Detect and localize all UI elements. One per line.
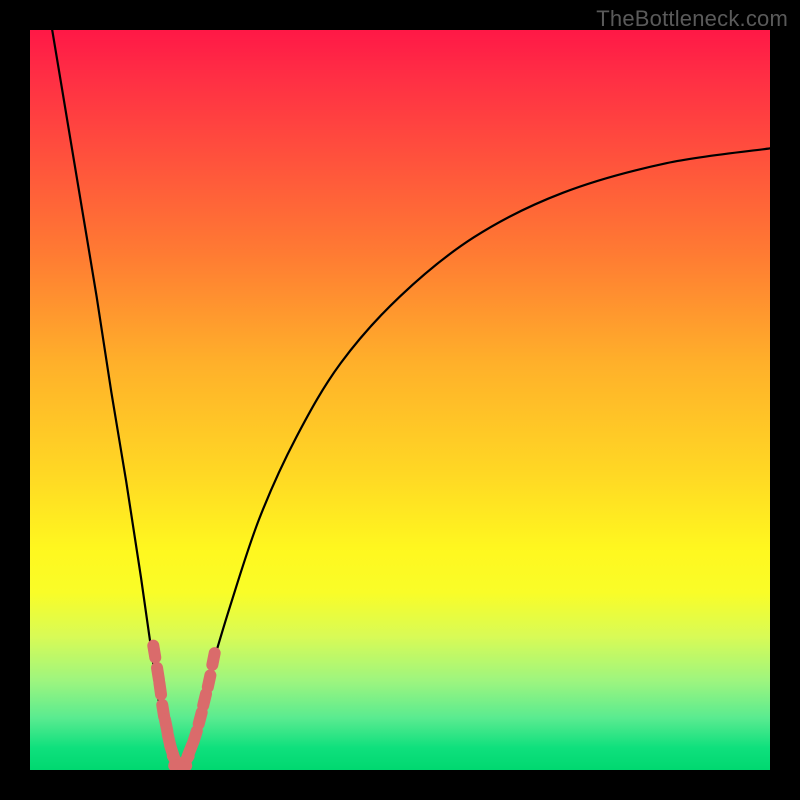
sample-marker: [201, 668, 218, 694]
plot-area: [30, 30, 770, 770]
sample-marker: [153, 676, 168, 701]
curves-svg: [30, 30, 770, 770]
bottleneck-curve-right_branch: [178, 148, 770, 770]
sample-marker: [205, 646, 221, 672]
chart-frame: TheBottleneck.com: [0, 0, 800, 800]
watermark-text: TheBottleneck.com: [596, 6, 788, 32]
sample-marker: [146, 639, 162, 665]
